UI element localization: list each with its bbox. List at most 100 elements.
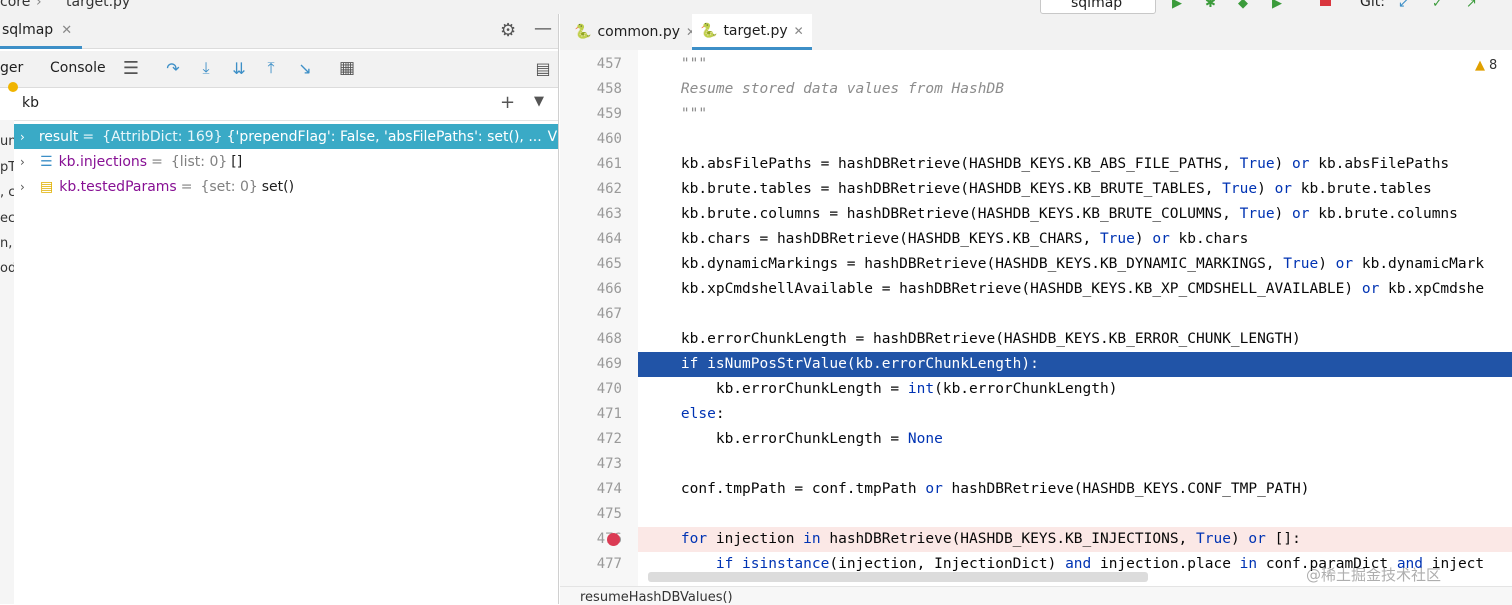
- breadcrumb-project[interactable]: core: [0, 0, 30, 10]
- chevron-right-icon[interactable]: ›: [20, 130, 25, 144]
- line-number[interactable]: 464: [560, 227, 622, 252]
- line-number[interactable]: 469: [560, 352, 622, 377]
- code-line[interactable]: [638, 452, 1512, 477]
- code-line[interactable]: kb.brute.tables = hashDBRetrieve(HASHDB_…: [638, 177, 1512, 202]
- step-out-icon[interactable]: ⤒: [260, 57, 282, 79]
- line-number[interactable]: 475: [560, 502, 622, 527]
- line-number[interactable]: 462: [560, 177, 622, 202]
- frame-fragment[interactable]: n, :: [0, 236, 14, 251]
- frame-fragment[interactable]: , c: [0, 185, 14, 200]
- tab-common-py[interactable]: 🐍 common.py ✕: [566, 14, 704, 50]
- debug-session-tab[interactable]: sqlmap ✕: [0, 14, 83, 49]
- chevron-down-icon[interactable]: ▼: [534, 94, 544, 109]
- list-icon: ☰: [40, 153, 53, 170]
- code-line[interactable]: kb.brute.columns = hashDBRetrieve(HASHDB…: [638, 202, 1512, 227]
- variable-value: []: [231, 153, 243, 170]
- code-line[interactable]: kb.errorChunkLength = hashDBRetrieve(HAS…: [638, 327, 1512, 352]
- frame-fragment[interactable]: od: [0, 261, 14, 276]
- line-number[interactable]: 460: [560, 127, 622, 152]
- chevron-right-icon[interactable]: ›: [20, 155, 32, 169]
- settings-layout-icon[interactable]: ▤: [532, 57, 554, 79]
- inspection-widget[interactable]: ▲ 8: [1475, 58, 1497, 73]
- view-link[interactable]: View: [548, 129, 558, 145]
- function-breadcrumb[interactable]: resumeHashDBValues(): [580, 590, 733, 605]
- close-icon[interactable]: ✕: [61, 23, 72, 38]
- code-line[interactable]: kb.dynamicMarkings = hashDBRetrieve(HASH…: [638, 252, 1512, 277]
- code-line[interactable]: Resume stored data values from HashDB: [638, 77, 1512, 102]
- variable-row-injections[interactable]: › ☰ kb.injections = {list: 0} []: [14, 149, 558, 174]
- line-number[interactable]: 472: [560, 427, 622, 452]
- line-number[interactable]: 467: [560, 302, 622, 327]
- editor-tab-bar: 🐍 common.py ✕ 🐍 target.py ✕: [560, 14, 1512, 51]
- layout-menu-icon[interactable]: ☰: [120, 57, 142, 79]
- debug-toolbar: ger Console ☰ ↷ ⤓ ⇊ ⤒ ↘ ▦ ▤: [0, 51, 558, 88]
- line-number[interactable]: 465: [560, 252, 622, 277]
- line-number[interactable]: 468: [560, 327, 622, 352]
- run-icon[interactable]: ▶: [1172, 0, 1182, 11]
- breakpoint-icon[interactable]: [607, 533, 620, 546]
- code-line[interactable]: else:: [638, 402, 1512, 427]
- coverage-icon[interactable]: ◆: [1238, 0, 1248, 11]
- horizontal-scrollbar[interactable]: [648, 572, 1148, 582]
- line-number[interactable]: 466: [560, 277, 622, 302]
- code-editor[interactable]: """ Resume stored data values from HashD…: [638, 50, 1512, 586]
- profile-icon[interactable]: ▶: [1272, 0, 1282, 11]
- evaluate-expression-icon[interactable]: ▦: [336, 57, 358, 79]
- code-line[interactable]: kb.absFilePaths = hashDBRetrieve(HASHDB_…: [638, 152, 1512, 177]
- line-number[interactable]: 473: [560, 452, 622, 477]
- breadcrumb-file[interactable]: target.py: [66, 0, 130, 10]
- code-line[interactable]: kb.errorChunkLength = int(kb.errorChunkL…: [638, 377, 1512, 402]
- frame-fragment[interactable]: pT: [0, 160, 14, 175]
- frame-fragment[interactable]: un: [0, 134, 14, 149]
- line-number[interactable]: 470: [560, 377, 622, 402]
- variable-row-testedparams[interactable]: › ▤ kb.testedParams = {set: 0} set(): [14, 174, 558, 199]
- tab-debugger[interactable]: ger: [0, 60, 23, 76]
- tab-target-py[interactable]: 🐍 target.py ✕: [692, 14, 812, 50]
- step-into-my-code-icon[interactable]: ⇊: [228, 57, 250, 79]
- git-push-icon[interactable]: ↗: [1466, 0, 1477, 11]
- git-commit-icon[interactable]: ✓: [1432, 0, 1443, 11]
- watch-input[interactable]: kb: [22, 95, 39, 111]
- frame-fragment[interactable]: ecc: [0, 211, 14, 226]
- step-into-icon[interactable]: ⤓: [195, 57, 217, 79]
- code-line[interactable]: for injection in hashDBRetrieve(HASHDB_K…: [638, 527, 1512, 552]
- variable-row-result[interactable]: › result = {AttribDict: 169} {'prependFl…: [14, 124, 558, 149]
- code-line[interactable]: kb.xpCmdshellAvailable = hashDBRetrieve(…: [638, 277, 1512, 302]
- code-line[interactable]: """: [638, 102, 1512, 127]
- code-line[interactable]: kb.chars = hashDBRetrieve(HASHDB_KEYS.KB…: [638, 227, 1512, 252]
- git-label: Git:: [1360, 0, 1385, 10]
- line-number[interactable]: 461: [560, 152, 622, 177]
- add-watch-icon[interactable]: +: [500, 92, 515, 113]
- code-line[interactable]: if isNumPosStrValue(kb.errorChunkLength)…: [638, 352, 1512, 377]
- run-config-selector[interactable]: sqlmap: [1040, 0, 1156, 14]
- code-line[interactable]: conf.tmpPath = conf.tmpPath or hashDBRet…: [638, 477, 1512, 502]
- line-number[interactable]: 474: [560, 477, 622, 502]
- code-line[interactable]: [638, 127, 1512, 152]
- variable-type: {list: 0}: [170, 153, 228, 170]
- code-line[interactable]: [638, 302, 1512, 327]
- gear-icon[interactable]: ⚙: [500, 20, 516, 41]
- tab-console[interactable]: Console: [50, 60, 106, 76]
- editor-gutter[interactable]: 457 458 459 460 461 462 463 464 465 466 467 468 469 4…: [560, 50, 638, 586]
- code-line[interactable]: kb.errorChunkLength = None: [638, 427, 1512, 452]
- code-line[interactable]: [638, 502, 1512, 527]
- step-over-icon[interactable]: ↷: [162, 57, 184, 79]
- variable-eq: =: [180, 178, 193, 195]
- line-number[interactable]: 477: [560, 552, 622, 577]
- run-to-cursor-icon[interactable]: ↘: [294, 57, 316, 79]
- line-number[interactable]: 459: [560, 102, 622, 127]
- line-number[interactable]: 458: [560, 77, 622, 102]
- line-number[interactable]: 463: [560, 202, 622, 227]
- stop-icon[interactable]: [1320, 0, 1331, 6]
- close-icon[interactable]: ✕: [794, 24, 804, 38]
- code-line[interactable]: """: [638, 52, 1512, 77]
- minimize-icon[interactable]: —: [534, 18, 552, 39]
- chevron-right-icon[interactable]: ›: [20, 180, 32, 194]
- variable-name: kb.injections: [58, 153, 148, 170]
- editor-breadcrumb-bar: resumeHashDBValues(): [560, 586, 1512, 605]
- line-number[interactable]: 457: [560, 52, 622, 77]
- warning-count: 8: [1489, 58, 1498, 73]
- git-update-icon[interactable]: ↙: [1398, 0, 1409, 11]
- debug-icon[interactable]: ✱: [1205, 0, 1216, 11]
- line-number[interactable]: 471: [560, 402, 622, 427]
